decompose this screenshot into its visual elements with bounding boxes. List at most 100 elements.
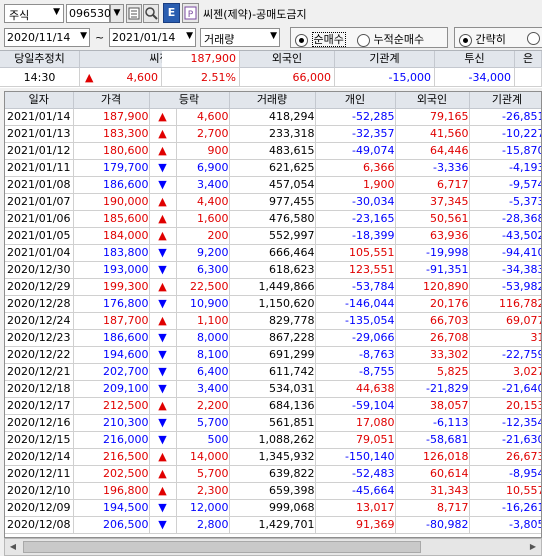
cell-individual: 6,366: [315, 159, 396, 177]
cell-foreign: 64,446: [395, 142, 470, 160]
up-triangle-icon: ▲: [149, 448, 177, 466]
table-row[interactable]: 2020/12/15 216,000 ▼ 500 1,088,262 79,051 -58,…: [5, 431, 541, 449]
date-from-input[interactable]: 2020/11/14 ▼: [4, 28, 90, 47]
table-row[interactable]: 2020/12/16 210,300 ▼ 5,700 561,851 17,080 -6,1…: [5, 414, 541, 432]
cell-change: 10,900: [176, 295, 230, 313]
table-row[interactable]: 2020/12/11 202,500 ▲ 5,700 639,822 -52,483 60,…: [5, 465, 541, 483]
cell-inst: -9,574: [469, 176, 541, 194]
cell-volume: 1,088,262: [229, 431, 316, 449]
summary-foreign: 66,000: [240, 68, 335, 87]
cell-change: 6,400: [176, 363, 230, 381]
cell-volume: 659,398: [229, 482, 316, 500]
radio-detail[interactable]: [527, 31, 540, 45]
summary-table: 당일추정치 씨젠 외국인 기관계 투신 은 14:30 ▲ 4,600 187,…: [0, 50, 542, 88]
cell-foreign: 38,057: [395, 397, 470, 415]
cell-inst: 26,673: [469, 448, 541, 466]
down-triangle-icon: ▼: [149, 329, 177, 347]
down-triangle-icon: ▼: [149, 261, 177, 279]
table-row[interactable]: 2020/12/08 206,500 ▼ 2,800 1,429,701 91,369 -8…: [5, 516, 541, 534]
cell-foreign: -19,998: [395, 244, 470, 262]
stock-code-input[interactable]: 096530: [66, 4, 111, 23]
table-row[interactable]: 2020/12/18 209,100 ▼ 3,400 534,031 44,638 -21,…: [5, 380, 541, 398]
table-row[interactable]: 2021/01/12 180,600 ▲ 900 483,615 -49,074 64,44…: [5, 142, 541, 160]
cell-date: 2020/12/10: [5, 482, 74, 500]
table-row[interactable]: 2021/01/13 183,300 ▲ 2,700 233,318 -32,357 41,…: [5, 125, 541, 143]
scroll-right-arrow-icon[interactable]: ▶: [525, 539, 541, 555]
date-to-input[interactable]: 2021/01/14 ▼: [109, 28, 196, 47]
list-icon[interactable]: [126, 4, 142, 23]
cell-inst: -53,982: [469, 278, 541, 296]
metric-select[interactable]: 거래량 ▼: [200, 28, 280, 47]
cell-change: 3,400: [176, 380, 230, 398]
table-row[interactable]: 2020/12/23 186,600 ▼ 8,000 867,228 -29,066 26,…: [5, 329, 541, 347]
cell-date: 2020/12/22: [5, 346, 74, 364]
table-row[interactable]: 2021/01/08 186,600 ▼ 3,400 457,054 1,900 6,717…: [5, 176, 541, 194]
table-row[interactable]: 2020/12/22 194,600 ▼ 8,100 691,299 -8,763 33,3…: [5, 346, 541, 364]
cell-date: 2020/12/16: [5, 414, 74, 432]
table-row[interactable]: 2021/01/05 184,000 ▲ 200 552,997 -18,399 63,93…: [5, 227, 541, 245]
cell-price: 186,600: [73, 329, 150, 347]
cell-price: 190,000: [73, 193, 150, 211]
code-dropdown-button[interactable]: ▼: [110, 4, 124, 23]
net-mode-group: 순매수 누적순매수: [290, 27, 448, 48]
cell-volume: 1,449,866: [229, 278, 316, 296]
table-row[interactable]: 2020/12/14 216,500 ▲ 14,000 1,345,932 -150,14…: [5, 448, 541, 466]
radio-net-buy[interactable]: 순매수: [295, 31, 346, 47]
cell-price: 194,500: [73, 499, 150, 517]
cell-change: 500: [176, 431, 230, 449]
cell-individual: -59,104: [315, 397, 396, 415]
radio-simple[interactable]: 간략히: [459, 31, 506, 47]
cell-change: 6,300: [176, 261, 230, 279]
cell-individual: 123,551: [315, 261, 396, 279]
table-row[interactable]: 2020/12/10 196,800 ▲ 2,300 659,398 -45,664 31,…: [5, 482, 541, 500]
table-row[interactable]: 2021/01/14 187,900 ▲ 4,600 418,294 -52,285 79,…: [5, 108, 541, 126]
scrollbar-thumb[interactable]: [23, 541, 421, 553]
up-triangle-icon: ▲: [149, 312, 177, 330]
summary-trust: -34,000: [435, 68, 515, 87]
link-icon[interactable]: P: [182, 3, 199, 23]
summary-header-estimate: 당일추정치: [0, 51, 80, 68]
cell-date: 2021/01/08: [5, 176, 74, 194]
table-row[interactable]: 2020/12/09 194,500 ▼ 12,000 999,068 13,017 8,7…: [5, 499, 541, 517]
cell-date: 2021/01/04: [5, 244, 74, 262]
search-icon[interactable]: [143, 4, 159, 23]
radio-cumulative[interactable]: 누적순매수: [357, 31, 424, 47]
grid-header-individual: 개인: [315, 92, 396, 109]
table-row[interactable]: 2020/12/29 199,300 ▲ 22,500 1,449,866 -53,784…: [5, 278, 541, 296]
cell-volume: 1,345,932: [229, 448, 316, 466]
table-row[interactable]: 2021/01/07 190,000 ▲ 4,400 977,455 -30,034 37,…: [5, 193, 541, 211]
market-select[interactable]: 주식 ▼: [4, 4, 64, 23]
table-row[interactable]: 2020/12/24 187,700 ▲ 1,100 829,778 -135,054 66…: [5, 312, 541, 330]
cell-individual: -52,483: [315, 465, 396, 483]
horizontal-scrollbar[interactable]: ◀ ▶: [4, 538, 542, 556]
scroll-left-arrow-icon[interactable]: ◀: [5, 539, 21, 555]
cell-price: 199,300: [73, 278, 150, 296]
down-triangle-icon: ▼: [149, 346, 177, 364]
cell-volume: 639,822: [229, 465, 316, 483]
down-triangle-icon: ▼: [149, 295, 177, 313]
cell-change: 900: [176, 142, 230, 160]
cell-date: 2021/01/06: [5, 210, 74, 228]
table-row[interactable]: 2020/12/28 176,800 ▼ 10,900 1,150,620 -146,04…: [5, 295, 541, 313]
cell-foreign: 120,890: [395, 278, 470, 296]
cell-price: 216,000: [73, 431, 150, 449]
cell-individual: -135,054: [315, 312, 396, 330]
cell-volume: 561,851: [229, 414, 316, 432]
table-row[interactable]: 2021/01/06 185,600 ▲ 1,600 476,580 -23,165 50,…: [5, 210, 541, 228]
table-row[interactable]: 2021/01/04 183,800 ▼ 9,200 666,464 105,551 -19…: [5, 244, 541, 262]
cell-price: 183,800: [73, 244, 150, 262]
table-row[interactable]: 2020/12/21 202,700 ▼ 6,400 611,742 -8,755 5,82…: [5, 363, 541, 381]
daily-grid[interactable]: 일자 가격 등락 거래량 개인 외국인 기관계 2021/01/14 187,90…: [4, 91, 542, 538]
cell-change: 2,200: [176, 397, 230, 415]
cell-date: 2020/12/21: [5, 363, 74, 381]
down-triangle-icon: ▼: [149, 431, 177, 449]
table-row[interactable]: 2021/01/11 179,700 ▼ 6,900 621,625 6,366 -3,33…: [5, 159, 541, 177]
cell-price: 206,500: [73, 516, 150, 534]
cell-inst: -34,383: [469, 261, 541, 279]
up-triangle-icon: ▲: [85, 71, 94, 84]
cell-inst: -21,640: [469, 380, 541, 398]
table-row[interactable]: 2020/12/17 212,500 ▲ 2,200 684,136 -59,104 38,…: [5, 397, 541, 415]
info-e-icon[interactable]: E: [163, 3, 180, 23]
down-triangle-icon: ▼: [149, 380, 177, 398]
table-row[interactable]: 2020/12/30 193,000 ▼ 6,300 618,623 123,551 -91…: [5, 261, 541, 279]
